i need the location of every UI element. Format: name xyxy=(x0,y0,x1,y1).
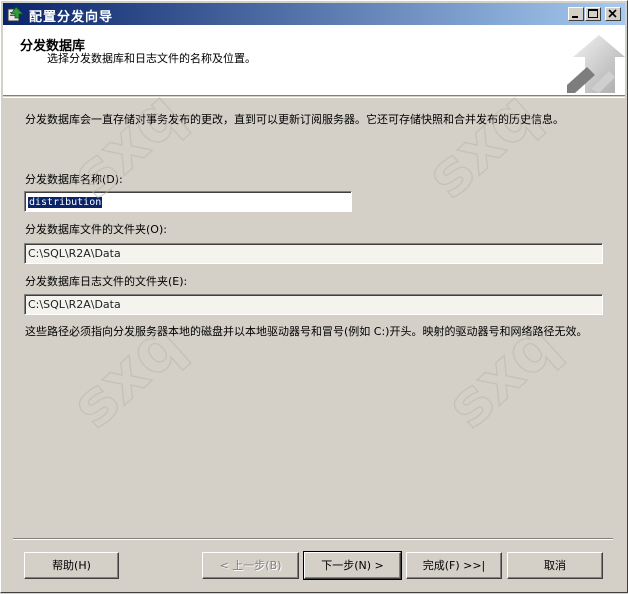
maximize-button[interactable] xyxy=(585,7,601,21)
log-folder-value: C:\SQL\R2A\Data xyxy=(28,298,121,311)
db-folder-field[interactable]: C:\SQL\R2A\Data xyxy=(24,243,603,264)
wizard-header-graphic xyxy=(565,27,625,96)
cancel-button[interactable]: 取消 xyxy=(507,552,603,579)
log-folder-field[interactable]: C:\SQL\R2A\Data xyxy=(24,294,603,315)
button-separator xyxy=(13,538,613,540)
minimize-icon xyxy=(572,16,578,18)
intro-text: 分发数据库会一直存储对事务发布的更改，直到可以更新订阅服务器。它还可存储快照和合… xyxy=(25,113,564,126)
minimize-button[interactable] xyxy=(568,7,584,21)
page-subtitle: 选择分发数据库和日志文件的名称及位置。 xyxy=(47,52,256,65)
maximize-icon xyxy=(588,9,598,18)
db-name-value: distribution xyxy=(28,197,103,208)
wizard-app-icon xyxy=(7,6,24,22)
finish-button[interactable]: 完成(F) >>| xyxy=(406,552,502,579)
close-icon xyxy=(608,9,617,18)
db-name-label: 分发数据库名称(D): xyxy=(25,173,123,186)
title-bar[interactable]: 配置分发向导 xyxy=(3,3,625,25)
wizard-window: 配置分发向导 分发数据库 选择分发数据库和日志文件的名称及位置。 分发数据库会一… xyxy=(0,0,628,593)
db-folder-label: 分发数据库文件的文件夹(O): xyxy=(25,223,167,236)
back-button[interactable]: < 上一步(B) xyxy=(202,552,299,579)
window-title: 配置分发向导 xyxy=(29,10,114,25)
wizard-header: 分发数据库 选择分发数据库和日志文件的名称及位置。 xyxy=(3,25,625,96)
next-button[interactable]: 下一步(N) > xyxy=(303,551,402,580)
db-name-field[interactable]: distribution xyxy=(24,191,352,212)
path-note-text: 这些路径必须指向分发服务器本地的磁盘并以本地驱动器号和冒号(例如 C:)开头。映… xyxy=(25,325,588,338)
db-folder-value: C:\SQL\R2A\Data xyxy=(28,247,121,260)
header-divider xyxy=(3,97,625,98)
log-folder-label: 分发数据库日志文件的文件夹(E): xyxy=(25,275,188,288)
help-button[interactable]: 帮助(H) xyxy=(24,552,119,579)
close-button[interactable] xyxy=(605,7,621,21)
